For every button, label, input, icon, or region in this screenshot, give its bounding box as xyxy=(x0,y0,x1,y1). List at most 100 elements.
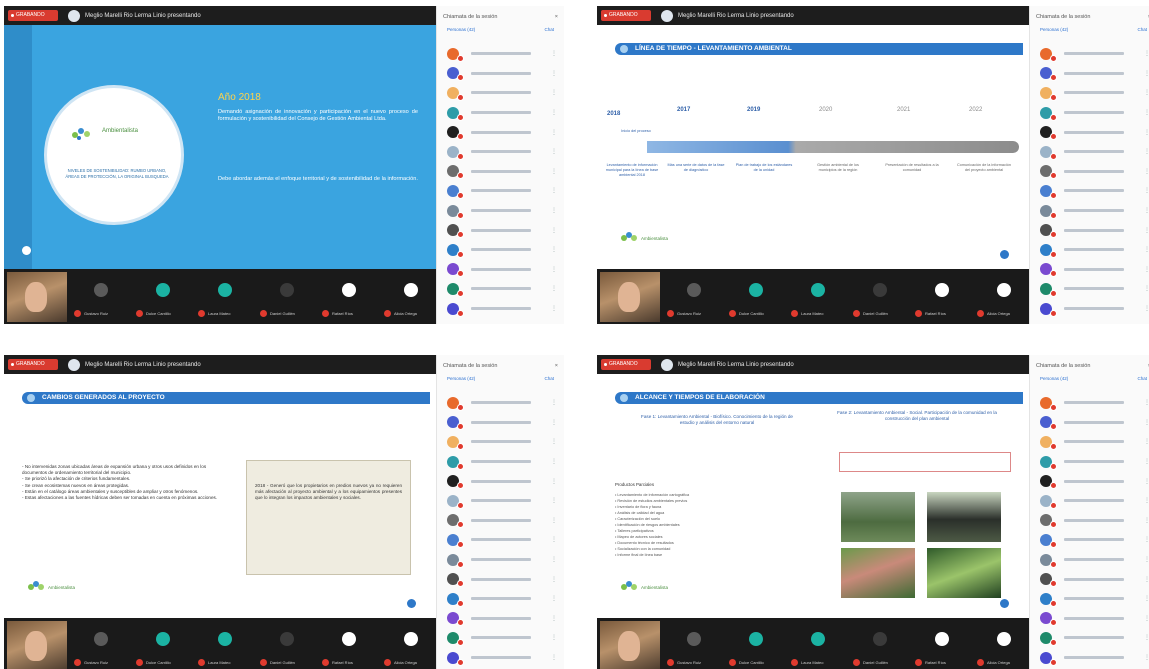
more-options-icon[interactable]: ⋮ xyxy=(1144,285,1149,292)
participant-row[interactable]: ⋮ xyxy=(437,279,564,299)
participant-video-tile[interactable] xyxy=(404,632,418,646)
tab-chat[interactable]: Chat xyxy=(544,27,554,39)
participant-video-tile[interactable] xyxy=(749,632,763,646)
more-options-icon[interactable]: ⋮ xyxy=(1144,109,1149,116)
participant-row[interactable]: ⋮ xyxy=(437,122,564,142)
participant-video-tile[interactable] xyxy=(156,632,170,646)
participant-row[interactable]: ⋮ xyxy=(1030,471,1149,491)
participant-video-tile[interactable] xyxy=(342,632,356,646)
more-options-icon[interactable]: ⋮ xyxy=(1144,536,1149,543)
more-options-icon[interactable]: ⋮ xyxy=(551,148,557,155)
participant-row[interactable]: ⋮ xyxy=(1030,44,1149,64)
more-options-icon[interactable]: ⋮ xyxy=(1144,595,1149,602)
participant-row[interactable]: ⋮ xyxy=(1030,550,1149,570)
slide-nav-icon[interactable] xyxy=(1000,599,1009,608)
recording-button[interactable]: GRABANDO xyxy=(601,359,651,370)
participant-row[interactable]: ⋮ xyxy=(1030,589,1149,609)
participant-row[interactable]: ⋮ xyxy=(437,648,564,668)
more-options-icon[interactable]: ⋮ xyxy=(551,285,557,292)
participant-row[interactable]: ⋮ xyxy=(1030,432,1149,452)
slide-nav-icon[interactable] xyxy=(407,599,416,608)
tab-chat[interactable]: Chat xyxy=(1137,376,1147,388)
more-options-icon[interactable]: ⋮ xyxy=(1144,266,1149,273)
more-options-icon[interactable]: ⋮ xyxy=(551,266,557,273)
more-options-icon[interactable]: ⋮ xyxy=(1144,517,1149,524)
participant-video-tile[interactable] xyxy=(94,283,108,297)
more-options-icon[interactable]: ⋮ xyxy=(1144,227,1149,234)
participant-row[interactable]: ⋮ xyxy=(437,64,564,84)
participant-row[interactable]: ⋮ xyxy=(437,452,564,472)
participant-video-tile[interactable] xyxy=(687,632,701,646)
more-options-icon[interactable]: ⋮ xyxy=(551,556,557,563)
participant-row[interactable]: ⋮ xyxy=(1030,162,1149,182)
more-options-icon[interactable]: ⋮ xyxy=(551,419,557,426)
participant-row[interactable]: ⋮ xyxy=(1030,452,1149,472)
more-options-icon[interactable]: ⋮ xyxy=(1144,305,1149,312)
participant-row[interactable]: ⋮ xyxy=(437,413,564,433)
participant-video-tile[interactable] xyxy=(218,632,232,646)
participant-video-tile[interactable] xyxy=(873,283,887,297)
participant-row[interactable]: ⋮ xyxy=(437,181,564,201)
close-icon[interactable]: × xyxy=(555,363,558,369)
participant-row[interactable]: ⋮ xyxy=(1030,220,1149,240)
more-options-icon[interactable]: ⋮ xyxy=(1144,654,1149,661)
more-options-icon[interactable]: ⋮ xyxy=(1144,129,1149,136)
more-options-icon[interactable]: ⋮ xyxy=(551,438,557,445)
tab-chat[interactable]: Chat xyxy=(1137,27,1147,39)
participant-video-tile[interactable] xyxy=(811,283,825,297)
participant-row[interactable]: ⋮ xyxy=(1030,83,1149,103)
recording-button[interactable]: GRABANDO xyxy=(8,10,58,21)
participant-video-tile[interactable] xyxy=(749,283,763,297)
participant-row[interactable]: ⋮ xyxy=(437,628,564,648)
more-options-icon[interactable]: ⋮ xyxy=(1144,50,1149,57)
more-options-icon[interactable]: ⋮ xyxy=(1144,70,1149,77)
participant-row[interactable]: ⋮ xyxy=(437,260,564,280)
participant-row[interactable]: ⋮ xyxy=(1030,181,1149,201)
participant-row[interactable]: ⋮ xyxy=(1030,648,1149,668)
more-options-icon[interactable]: ⋮ xyxy=(551,654,557,661)
close-icon[interactable]: × xyxy=(555,14,558,20)
participant-row[interactable]: ⋮ xyxy=(1030,511,1149,531)
more-options-icon[interactable]: ⋮ xyxy=(551,70,557,77)
participant-row[interactable]: ⋮ xyxy=(437,569,564,589)
slide-nav-icon[interactable] xyxy=(22,246,31,255)
more-options-icon[interactable]: ⋮ xyxy=(551,478,557,485)
more-options-icon[interactable]: ⋮ xyxy=(551,497,557,504)
more-options-icon[interactable]: ⋮ xyxy=(551,517,557,524)
more-options-icon[interactable]: ⋮ xyxy=(551,595,557,602)
participant-row[interactable]: ⋮ xyxy=(1030,393,1149,413)
recording-button[interactable]: GRABANDO xyxy=(8,359,58,370)
more-options-icon[interactable]: ⋮ xyxy=(1144,458,1149,465)
participant-row[interactable]: ⋮ xyxy=(1030,142,1149,162)
participant-video-tile[interactable] xyxy=(404,283,418,297)
participant-row[interactable]: ⋮ xyxy=(437,550,564,570)
participant-row[interactable]: ⋮ xyxy=(437,83,564,103)
more-options-icon[interactable]: ⋮ xyxy=(1144,246,1149,253)
participant-row[interactable]: ⋮ xyxy=(1030,240,1149,260)
participant-row[interactable]: ⋮ xyxy=(1030,530,1149,550)
recording-button[interactable]: GRABANDO xyxy=(601,10,651,21)
participant-video-tile[interactable] xyxy=(997,632,1011,646)
tab-chat[interactable]: Chat xyxy=(544,376,554,388)
participant-row[interactable]: ⋮ xyxy=(1030,260,1149,280)
participant-video-tile[interactable] xyxy=(873,632,887,646)
participant-row[interactable]: ⋮ xyxy=(1030,64,1149,84)
more-options-icon[interactable]: ⋮ xyxy=(551,227,557,234)
more-options-icon[interactable]: ⋮ xyxy=(1144,497,1149,504)
participant-row[interactable]: ⋮ xyxy=(437,393,564,413)
participant-video-tile[interactable] xyxy=(811,632,825,646)
tab-people[interactable]: Personas (42) xyxy=(447,376,475,388)
participant-row[interactable]: ⋮ xyxy=(437,142,564,162)
more-options-icon[interactable]: ⋮ xyxy=(1144,399,1149,406)
more-options-icon[interactable]: ⋮ xyxy=(1144,634,1149,641)
participant-row[interactable]: ⋮ xyxy=(437,471,564,491)
participant-row[interactable]: ⋮ xyxy=(437,162,564,182)
participant-row[interactable]: ⋮ xyxy=(1030,491,1149,511)
more-options-icon[interactable]: ⋮ xyxy=(1144,576,1149,583)
participant-row[interactable]: ⋮ xyxy=(1030,122,1149,142)
more-options-icon[interactable]: ⋮ xyxy=(551,187,557,194)
participant-video-tile[interactable] xyxy=(935,283,949,297)
participant-row[interactable]: ⋮ xyxy=(1030,201,1149,221)
more-options-icon[interactable]: ⋮ xyxy=(551,207,557,214)
participant-row[interactable]: ⋮ xyxy=(437,103,564,123)
